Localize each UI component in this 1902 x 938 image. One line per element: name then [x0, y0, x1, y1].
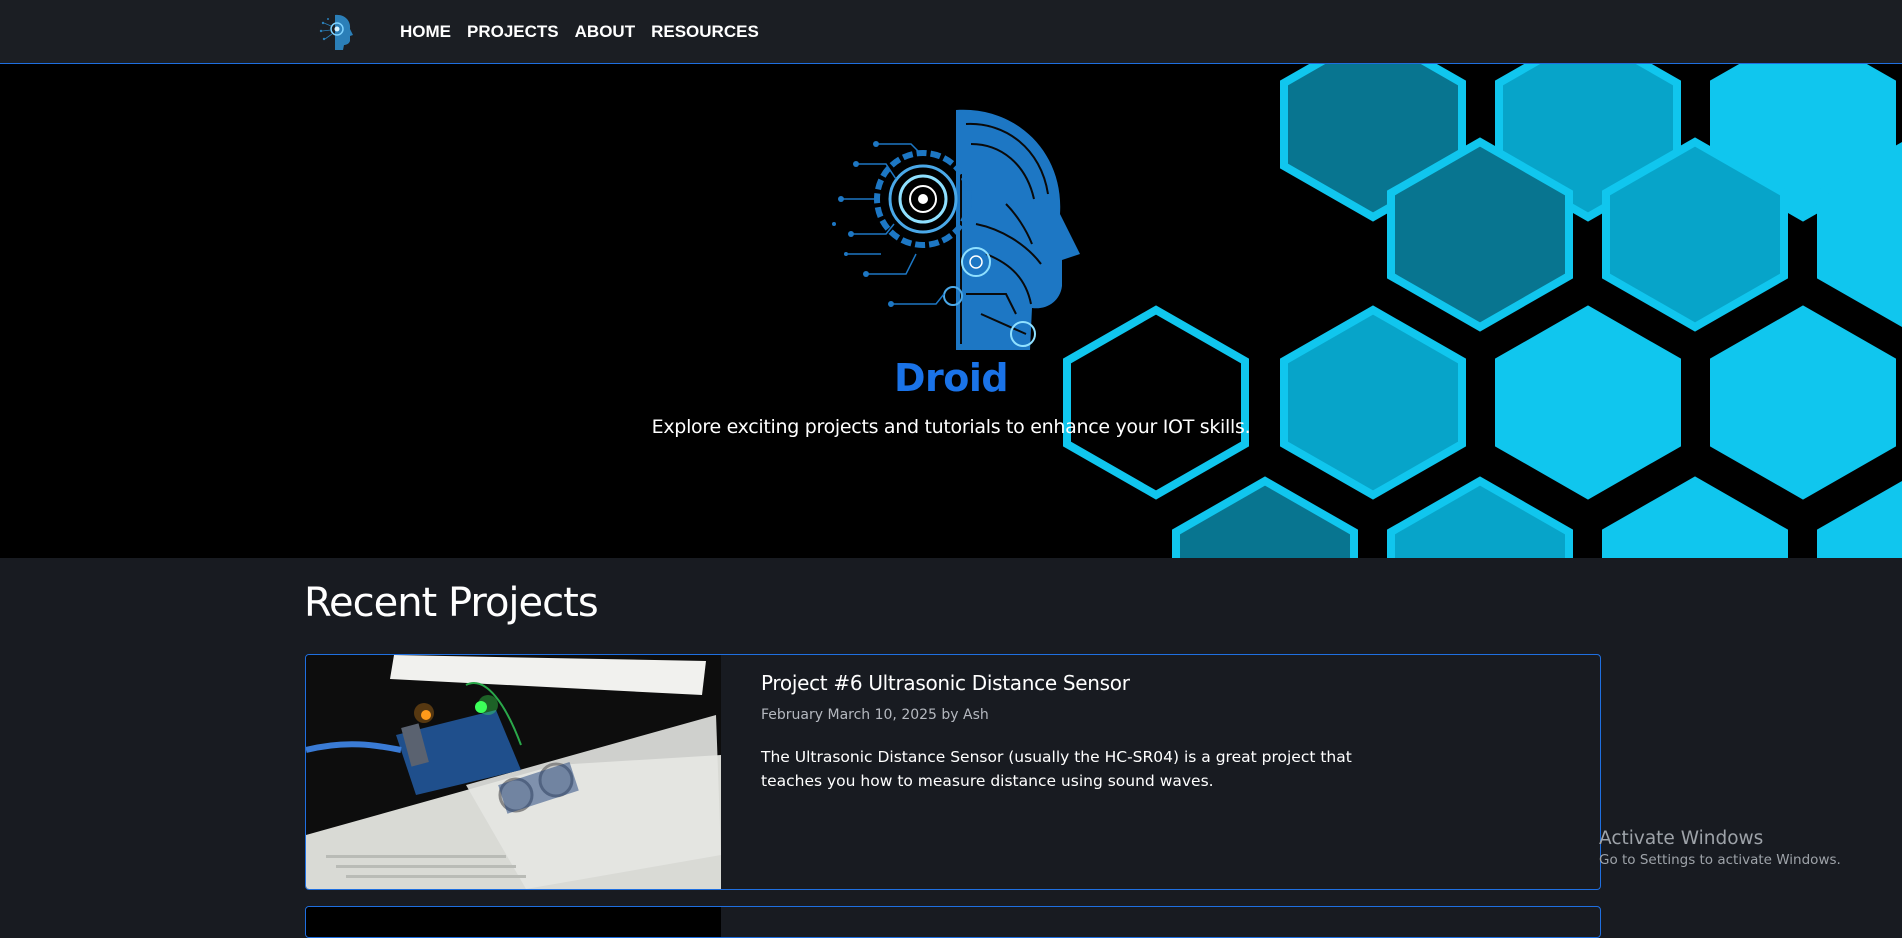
- nav-projects-link[interactable]: PROJECTS: [467, 22, 559, 42]
- watermark-subtitle: Go to Settings to activate Windows.: [1599, 852, 1841, 868]
- nav-home-link[interactable]: HOME: [400, 22, 451, 42]
- nav-about-link[interactable]: ABOUT: [575, 22, 635, 42]
- project-title[interactable]: Project #6 Ultrasonic Distance Sensor: [761, 671, 1130, 695]
- project-meta: February March 10, 2025 by Ash: [761, 707, 989, 723]
- circuit-robot-head-icon: [832, 109, 1080, 350]
- windows-activation-watermark: Activate Windows Go to Settings to activ…: [1599, 828, 1841, 868]
- recent-projects-heading: Recent Projects: [304, 580, 599, 626]
- droid-head-icon[interactable]: [315, 9, 359, 53]
- arduino-ultrasonic-photo: [306, 655, 721, 889]
- project-card[interactable]: [305, 906, 1601, 938]
- project-description: The Ultrasonic Distance Sensor (usually …: [761, 748, 1352, 790]
- project-card[interactable]: Project #6 Ultrasonic Distance Sensor Fe…: [305, 654, 1601, 890]
- nav-resources-link[interactable]: RESOURCES: [651, 22, 759, 42]
- hero-banner: Droid Explore exciting projects and tuto…: [0, 64, 1902, 558]
- hero-title: Droid: [893, 356, 1009, 400]
- hero-subtitle: Explore exciting projects and tutorials …: [651, 416, 1251, 438]
- project-thumbnail: [306, 907, 721, 937]
- nav-links: HOME PROJECTS ABOUT RESOURCES: [400, 0, 759, 63]
- watermark-title: Activate Windows: [1599, 828, 1764, 849]
- navbar: HOME PROJECTS ABOUT RESOURCES: [0, 0, 1902, 64]
